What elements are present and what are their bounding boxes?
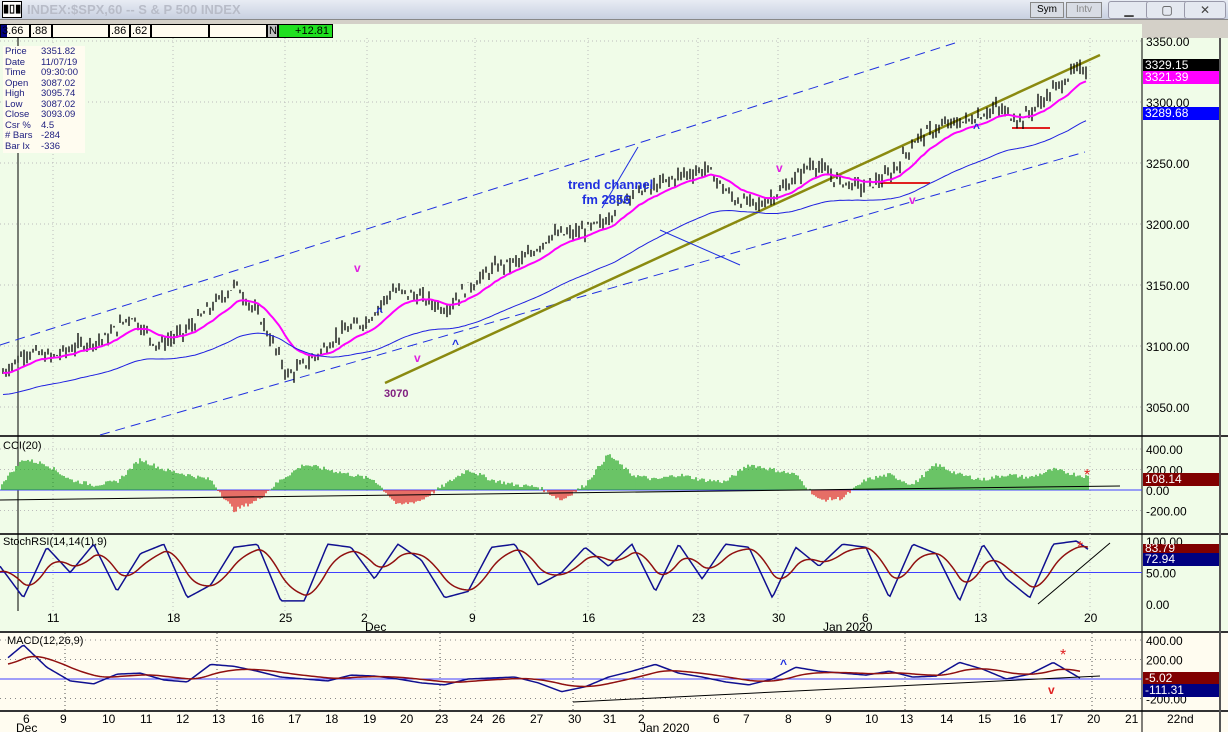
x-tick-label: 17 xyxy=(288,712,302,726)
macd-title: MACD(12,26,9) xyxy=(7,635,83,647)
y-tick-label: 0.00 xyxy=(1146,598,1170,612)
cci-title: CCI(20) xyxy=(3,440,42,452)
ma-fast-badge: 3321.39 xyxy=(1143,71,1219,84)
star-marker: * xyxy=(1084,467,1090,484)
x-tick-label: 20 xyxy=(1084,611,1098,625)
macd-badge: -111.31 xyxy=(1143,684,1219,697)
info-row: # Bars -284 xyxy=(5,130,83,142)
x-tick-label: 13 xyxy=(900,712,914,726)
x-tick-label: 20 xyxy=(400,712,414,726)
star-marker: * xyxy=(1060,647,1066,664)
x-tick-label: 17 xyxy=(1050,712,1064,726)
x-tick-label: 9 xyxy=(825,712,832,726)
x-tick-label: 13 xyxy=(974,611,988,625)
cci-badge: 108.14 xyxy=(1143,473,1219,486)
x-tick-label: 7 xyxy=(743,712,750,726)
x-tick-label: 30 xyxy=(568,712,582,726)
x-tick-label: 16 xyxy=(251,712,265,726)
wave-marker: v xyxy=(414,351,421,365)
x-tick-label: 24 xyxy=(470,712,484,726)
y-tick-label: -200.00 xyxy=(1146,505,1187,519)
wave-marker: ^ xyxy=(376,305,383,319)
x-tick-label: 31 xyxy=(603,712,617,726)
x-tick-label: 13 xyxy=(212,712,226,726)
x-tick-label: 25 xyxy=(279,611,293,625)
y-tick-label: 3250.00 xyxy=(1146,157,1190,171)
y-tick-label: 400.00 xyxy=(1146,634,1183,648)
y-tick-label: 3050.00 xyxy=(1146,401,1190,415)
x-tick-label: 12 xyxy=(176,712,190,726)
info-value: 3351.82 xyxy=(41,46,76,57)
wave-marker: v xyxy=(1048,683,1055,697)
info-value: -336 xyxy=(41,140,61,152)
wave-marker: v xyxy=(776,161,783,175)
x-tick-label: 22nd xyxy=(1167,712,1194,726)
info-label: Price xyxy=(5,46,27,57)
wave-marker: v xyxy=(354,261,361,275)
y-tick-label: 50.00 xyxy=(1146,567,1176,581)
x-sublabel: Dec xyxy=(365,620,386,634)
x-tick-label: 11 xyxy=(47,611,60,625)
chart-canvas[interactable]: 3350.003300.003250.003200.003150.003100.… xyxy=(0,0,1228,732)
info-row: Close 3093.09 xyxy=(5,109,83,121)
x-tick-label: 21 xyxy=(1125,712,1139,726)
y-tick-label: 3200.00 xyxy=(1146,218,1190,232)
x-tick-label: 26 xyxy=(492,712,506,726)
x-tick-label: 6 xyxy=(713,712,720,726)
info-value: -284 xyxy=(41,130,61,141)
x-tick-label: 10 xyxy=(865,712,879,726)
x-tick-label: 23 xyxy=(435,712,449,726)
x-tick-label: 8 xyxy=(785,712,792,726)
wave-marker: ^ xyxy=(973,121,980,135)
wave-marker: v xyxy=(909,193,916,207)
x-tick-label: 19 xyxy=(363,712,377,726)
x-tick-label: 18 xyxy=(167,611,181,625)
x-sublabel: Dec xyxy=(16,721,37,732)
x-tick-label: 18 xyxy=(325,712,339,726)
x-tick-label: 10 xyxy=(102,712,116,726)
info-label: Time xyxy=(5,67,26,78)
y-tick-label: 200.00 xyxy=(1146,654,1183,668)
x-tick-label: 14 xyxy=(940,712,954,726)
y-tick-label: 3350.00 xyxy=(1146,35,1190,49)
info-value: 09:30:00 xyxy=(41,67,78,78)
y-tick-label: 3100.00 xyxy=(1146,340,1190,354)
info-label: Close xyxy=(5,109,30,120)
star-marker: * xyxy=(1077,539,1083,556)
x-tick-label: 27 xyxy=(530,712,544,726)
info-label: Bar Ix xyxy=(5,140,30,152)
info-label: # Bars xyxy=(5,130,33,141)
wave-marker: ^ xyxy=(780,657,787,671)
info-row: High 3095.74 xyxy=(5,88,83,100)
low-label: 3070 xyxy=(384,388,408,400)
x-sublabel: Jan 2020 xyxy=(640,721,690,732)
ma-slow-badge: 3289.68 xyxy=(1143,107,1219,120)
stoch-d-badge: 72.94 xyxy=(1143,553,1219,566)
info-row: Price 3351.82 xyxy=(5,46,83,58)
info-row: Time 09:30:00 xyxy=(5,67,83,79)
x-tick-label: 30 xyxy=(772,611,786,625)
y-tick-label: 3150.00 xyxy=(1146,279,1190,293)
x-tick-label: 15 xyxy=(978,712,992,726)
x-tick-label: 9 xyxy=(60,712,67,726)
annotation-text: fm 2856 xyxy=(582,192,630,207)
x-tick-label: 16 xyxy=(1013,712,1027,726)
info-label: High xyxy=(5,88,25,99)
x-sublabel: Jan 2020 xyxy=(823,620,873,634)
info-value: 3093.09 xyxy=(41,109,76,120)
x-tick-label: 23 xyxy=(692,611,706,625)
y-tick-label: 400.00 xyxy=(1146,443,1183,457)
x-tick-label: 16 xyxy=(582,611,596,625)
info-row: Bar Ix -336 xyxy=(5,140,83,153)
info-value: 3095.74 xyxy=(41,88,76,99)
x-tick-label: 9 xyxy=(469,611,476,625)
date-axis-bg xyxy=(0,611,1228,631)
y-tick-label: 0.00 xyxy=(1146,484,1170,498)
wave-marker: ^ xyxy=(452,337,459,351)
x-tick-label: 20 xyxy=(1087,712,1101,726)
annotation-text: trend channel xyxy=(568,177,653,192)
x-tick-label: 11 xyxy=(140,712,153,726)
info-panel: Price 3351.82 Date 11/07/19 Time 09:30:00 Open… xyxy=(3,46,85,153)
